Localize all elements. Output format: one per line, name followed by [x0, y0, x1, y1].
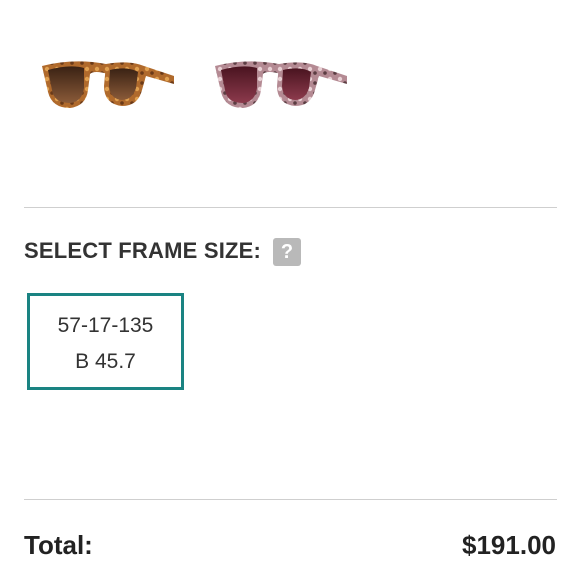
divider	[24, 207, 557, 208]
color-swatch-pink-tortoise[interactable]	[207, 46, 352, 121]
total-label: Total:	[24, 530, 93, 560]
total-price: $191.00	[462, 530, 556, 560]
color-swatch-tortoise[interactable]	[34, 46, 179, 121]
frame-size-option-selected[interactable]: 57-17-135 B 45.7	[27, 293, 184, 390]
frame-size-bridge: B 45.7	[75, 350, 136, 373]
help-icon[interactable]: ?	[273, 238, 301, 266]
sunglasses-pink-tortoise-icon	[215, 61, 347, 108]
frame-size-heading: SELECT FRAME SIZE:	[24, 238, 262, 263]
sunglasses-tortoise-icon	[42, 61, 174, 108]
divider	[24, 499, 557, 500]
product-options-panel: SELECT FRAME SIZE: ? 57-17-135 B 45.7 To…	[0, 0, 580, 580]
frame-size-measurement: 57-17-135	[57, 314, 154, 337]
